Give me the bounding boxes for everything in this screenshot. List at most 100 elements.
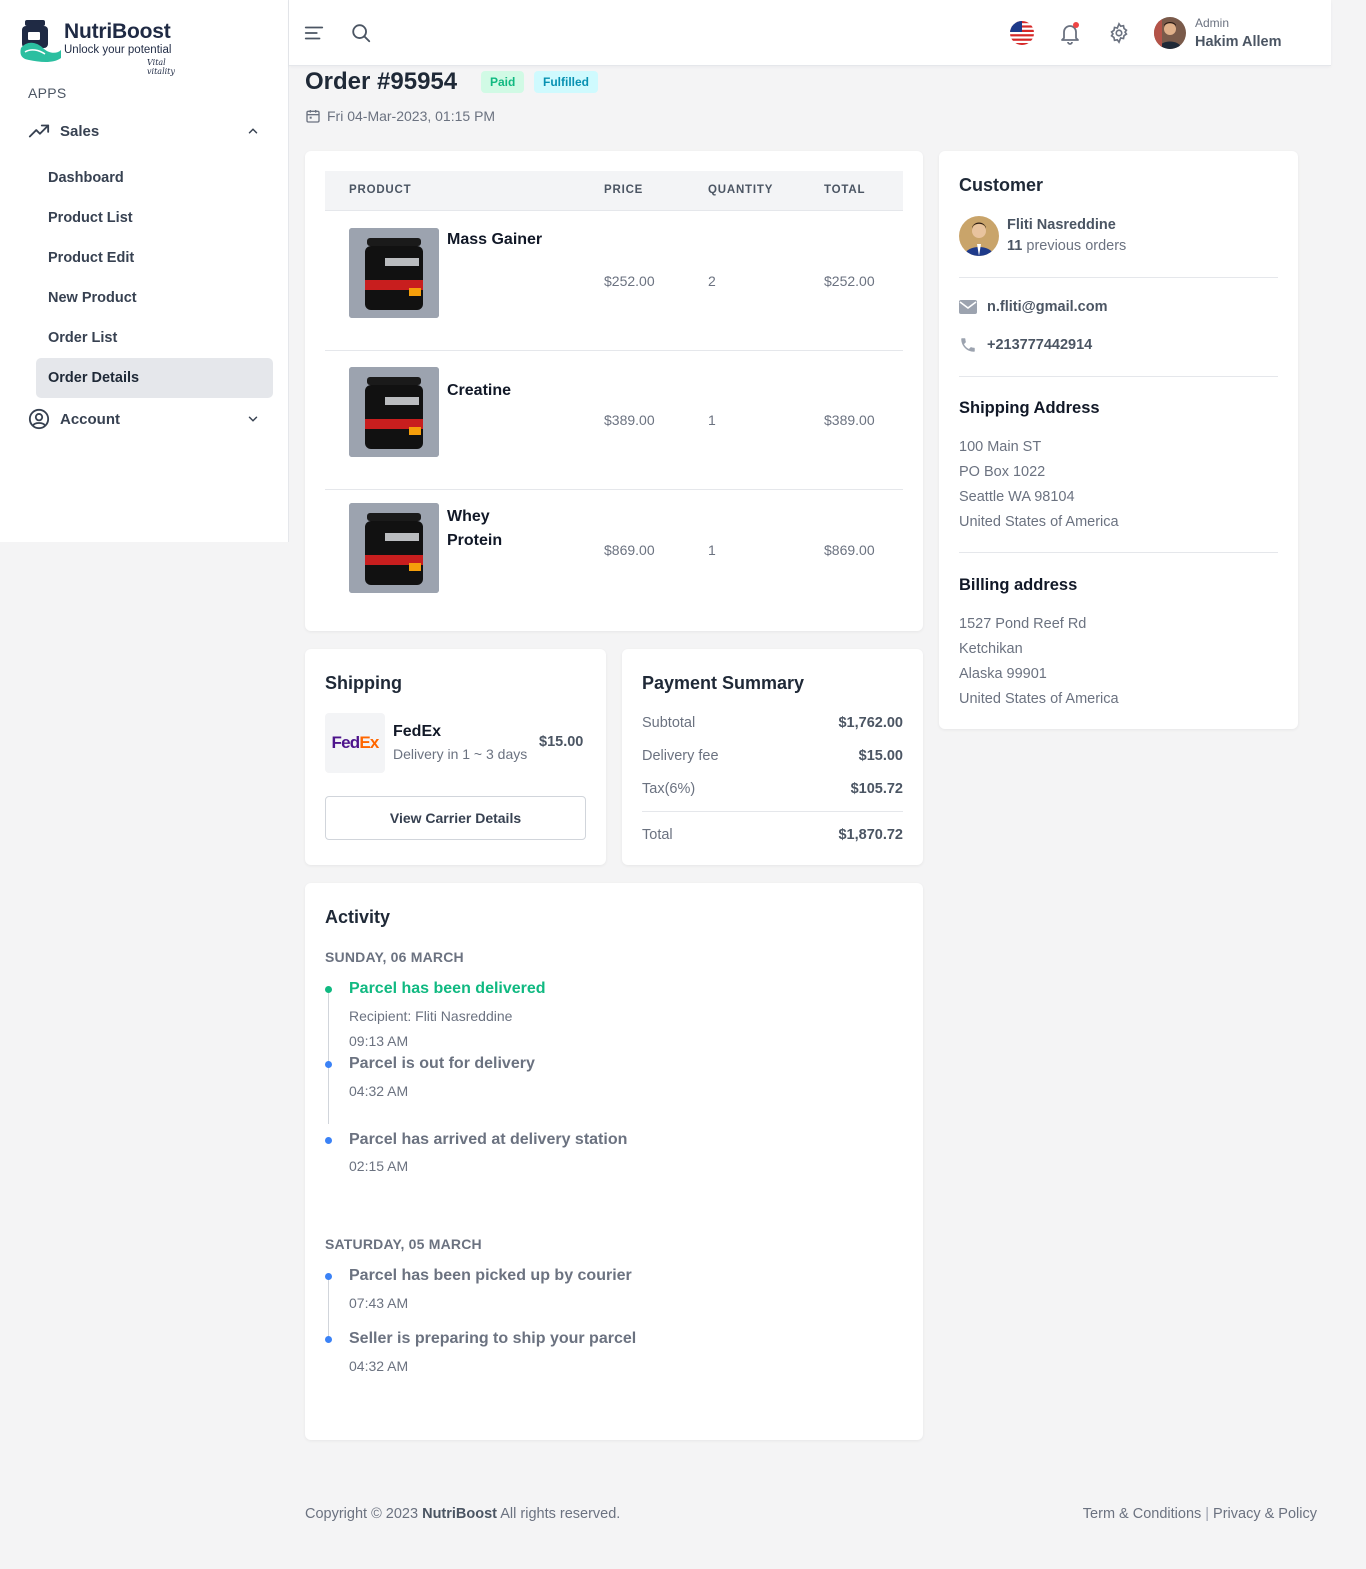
customer-name[interactable]: Fliti Nasreddine	[1007, 217, 1116, 233]
activity-event-detail: Recipient: Fliti Nasreddine	[349, 1008, 513, 1024]
chevron-down-icon[interactable]	[246, 412, 260, 426]
payment-label: Tax(6%)	[642, 781, 696, 797]
activity-event-time: 09:13 AM	[349, 1033, 409, 1049]
activity-event-time: 04:32 AM	[349, 1358, 409, 1374]
mail-icon	[959, 300, 979, 314]
status-badge-fulfilled: Fulfilled	[534, 71, 598, 93]
user-role: Admin	[1195, 16, 1230, 30]
table-row[interactable]: Whey Protein $869.00 1 $869.00	[325, 490, 903, 610]
column-header-price[interactable]: PRICE	[604, 184, 643, 196]
shipping-address-line: PO Box 1022	[959, 464, 1046, 480]
column-header-quantity[interactable]: QUANTITY	[708, 184, 773, 196]
brand-tagline: Unlock your potential	[64, 44, 172, 56]
order-date-text: Fri 04-Mar-2023, 01:15 PM	[327, 108, 496, 124]
shipping-address-line: United States of America	[959, 514, 1119, 530]
gear-icon[interactable]	[1106, 20, 1132, 46]
sidebar-item-order-list[interactable]: Order List	[36, 318, 273, 358]
nav-group-account[interactable]: Account	[28, 404, 268, 434]
product-image[interactable]	[349, 503, 439, 593]
payment-row-total: Total $1,870.72	[642, 827, 903, 847]
nav-group-sales[interactable]: Sales	[28, 116, 268, 146]
privacy-link[interactable]: Privacy & Policy	[1213, 1506, 1317, 1522]
product-name[interactable]: Mass Gainer	[447, 228, 557, 252]
customer-card: Customer Fliti Nasreddine 11 previous or…	[939, 151, 1298, 729]
column-header-product[interactable]: PRODUCT	[349, 184, 411, 196]
bell-icon[interactable]	[1057, 20, 1083, 46]
menu-icon[interactable]	[301, 20, 327, 46]
customer-phone[interactable]: +213777442914	[959, 336, 1092, 354]
nav-group-label: Account	[60, 410, 120, 428]
divider	[959, 552, 1278, 553]
payment-summary-card: Payment Summary Subtotal $1,762.00 Deliv…	[622, 649, 923, 865]
shipping-address-line: 100 Main ST	[959, 439, 1042, 455]
sidebar-item-new-product[interactable]: New Product	[36, 278, 273, 318]
payment-value: $105.72	[850, 781, 903, 797]
shipping-address-line: Seattle WA 98104	[959, 489, 1075, 505]
payment-value: $1,762.00	[838, 715, 903, 731]
activity-title: Activity	[325, 907, 391, 927]
payment-row-tax: Tax(6%) $105.72	[642, 781, 903, 801]
avatar[interactable]	[959, 216, 999, 256]
user-name[interactable]: Hakim Allem	[1195, 34, 1282, 50]
footer-links: Term & Conditions | Privacy & Policy	[1083, 1506, 1317, 1522]
avatar[interactable]	[1154, 17, 1186, 49]
chevron-up-icon[interactable]	[246, 124, 260, 138]
brand-signature: Vital vitality	[147, 58, 175, 76]
timeline-dot	[325, 1061, 332, 1068]
customer-email-text: n.fliti@gmail.com	[987, 299, 1108, 315]
activity-day-label: SUNDAY, 06 MARCH	[325, 949, 464, 965]
sidebar-item-order-details[interactable]: Order Details	[36, 358, 273, 398]
us-flag-icon[interactable]	[1009, 20, 1035, 46]
activity-card: Activity SUNDAY, 06 MARCH Parcel has bee…	[305, 883, 923, 1440]
timeline-dot	[325, 1336, 332, 1343]
fedex-logo: Fed Ex	[325, 713, 385, 773]
table-row[interactable]: Creatine $389.00 1 $389.00	[325, 351, 903, 490]
timeline-line	[328, 993, 329, 1124]
table-row[interactable]: Mass Gainer $252.00 2 $252.00	[325, 212, 903, 351]
activity-event-title: Parcel has been delivered	[349, 980, 546, 997]
shipping-address-title: Shipping Address	[959, 399, 1100, 417]
product-price: $389.00	[604, 412, 655, 428]
payment-label: Delivery fee	[642, 748, 719, 764]
product-image[interactable]	[349, 228, 439, 318]
copyright-prefix: Copyright © 2023	[305, 1506, 419, 1522]
user-circle-icon	[28, 408, 50, 430]
payment-row-subtotal: Subtotal $1,762.00	[642, 715, 903, 735]
product-name[interactable]: Creatine	[447, 379, 557, 403]
divider	[642, 811, 903, 812]
view-carrier-details-button[interactable]: View Carrier Details	[325, 796, 586, 840]
product-name[interactable]: Whey Protein	[447, 505, 517, 553]
orders-count: 11	[1007, 238, 1023, 254]
product-price: $252.00	[604, 273, 655, 289]
divider: |	[1205, 1506, 1210, 1522]
copyright: Copyright © 2023 NutriBoost All rights r…	[305, 1506, 620, 1522]
section-label-apps: APPS	[28, 85, 67, 101]
divider	[959, 376, 1278, 377]
payment-label: Subtotal	[642, 715, 696, 731]
shipping-title: Shipping	[325, 673, 402, 693]
carrier-name: FedEx	[393, 723, 442, 740]
shipping-card: Shipping Fed Ex FedEx Delivery in 1 ~ 3 d…	[305, 649, 606, 865]
billing-address-line: 1527 Pond Reef Rd	[959, 616, 1087, 632]
column-header-total[interactable]: TOTAL	[824, 184, 865, 196]
billing-address-line: United States of America	[959, 691, 1119, 707]
copyright-brand: NutriBoost	[422, 1506, 498, 1522]
activity-event-title: Parcel has arrived at delivery station	[349, 1131, 628, 1148]
sidebar-item-dashboard[interactable]: Dashboard	[36, 158, 273, 198]
customer-email[interactable]: n.fliti@gmail.com	[959, 299, 1107, 315]
product-image[interactable]	[349, 367, 439, 457]
payment-summary-title: Payment Summary	[642, 673, 805, 693]
payment-value: $15.00	[858, 748, 903, 764]
search-icon[interactable]	[348, 20, 374, 46]
status-badge-paid: Paid	[481, 71, 525, 93]
product-total: $869.00	[824, 542, 875, 558]
brand-logo[interactable]: NutriBoost Unlock your potential Vital v…	[17, 18, 187, 76]
sidebar-item-product-list[interactable]: Product List	[36, 198, 273, 238]
product-quantity: 1	[708, 412, 716, 428]
products-card: PRODUCT PRICE QUANTITY TOTAL Mass Gainer…	[305, 151, 923, 631]
topbar: Admin Hakim Allem	[289, 0, 1331, 66]
product-total: $252.00	[824, 273, 875, 289]
sidebar-item-product-edit[interactable]: Product Edit	[36, 238, 273, 278]
terms-link[interactable]: Term & Conditions	[1083, 1506, 1201, 1522]
timeline-dot	[325, 1137, 332, 1144]
